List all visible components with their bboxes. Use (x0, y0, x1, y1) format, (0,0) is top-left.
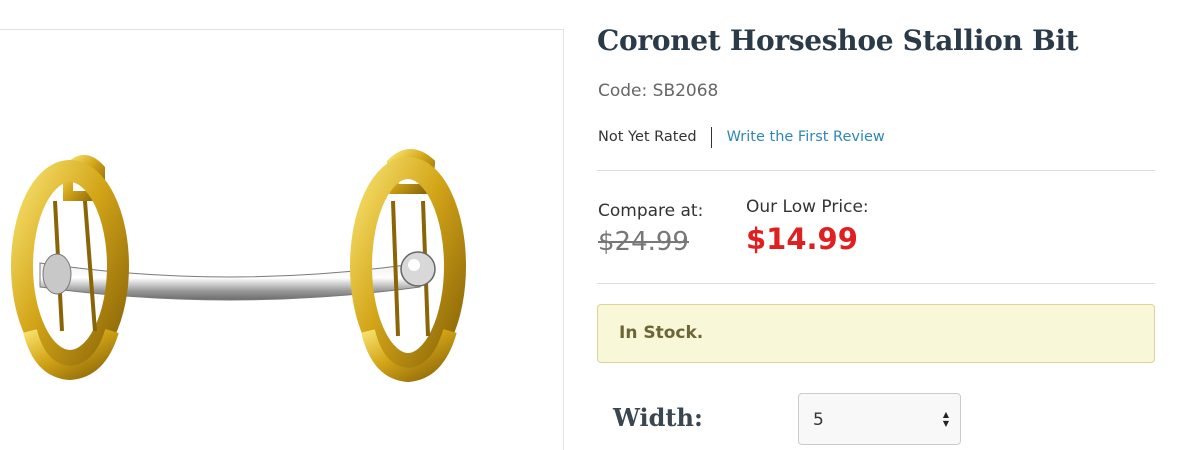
up-down-arrows-icon: ▲ ▼ (942, 410, 950, 428)
width-option-label: Width: (613, 403, 703, 432)
product-image[interactable] (0, 30, 564, 450)
product-image-gallery (0, 29, 564, 450)
rating-status: Not Yet Rated (598, 129, 697, 145)
stock-status-box: In Stock. (597, 304, 1155, 363)
write-review-link[interactable]: Write the First Review (727, 129, 885, 145)
rating-divider (710, 126, 712, 148)
low-price-label: Our Low Price: (746, 197, 869, 217)
product-title: Coronet Horseshoe Stallion Bit (597, 24, 1079, 57)
compare-at-price: $24.99 (598, 227, 689, 257)
width-select[interactable]: 5 ▲ ▼ (798, 393, 961, 445)
product-details: Coronet Horseshoe Stallion Bit Code: SB2… (597, 0, 1155, 450)
divider (597, 283, 1155, 284)
stock-status: In Stock. (619, 323, 704, 343)
compare-at-label: Compare at: (598, 201, 704, 221)
divider (597, 170, 1155, 171)
rating-row: Not Yet Rated Write the First Review (598, 126, 885, 148)
sale-price: $14.99 (746, 222, 858, 256)
product-code: Code: SB2068 (598, 81, 719, 101)
width-selected-value: 5 (813, 410, 824, 430)
